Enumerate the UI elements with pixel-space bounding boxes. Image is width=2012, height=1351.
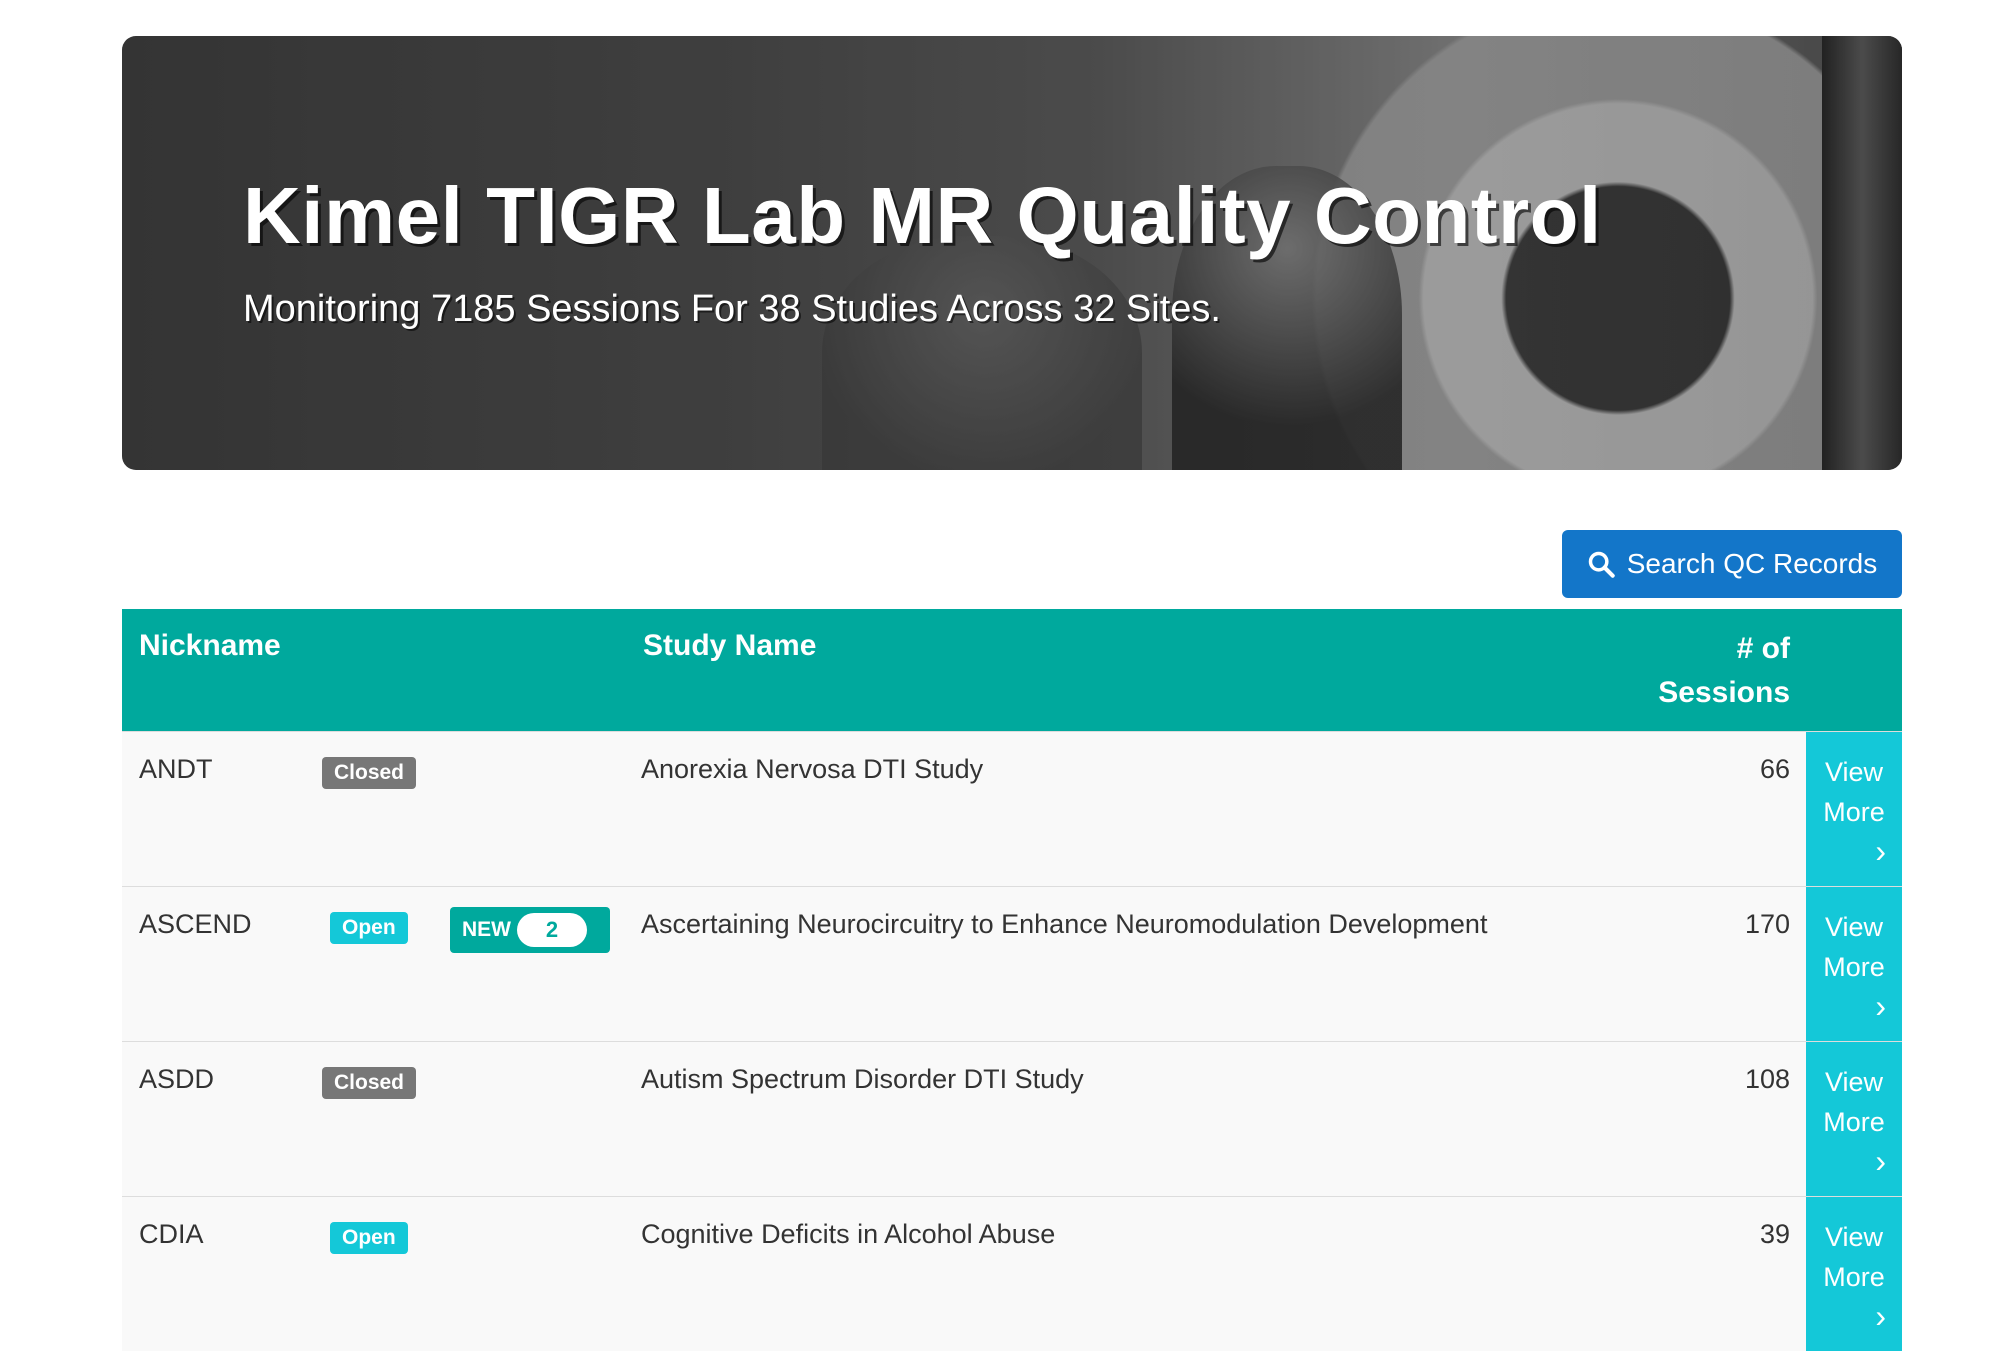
study-nickname: ANDT [139, 754, 213, 784]
status-badge: Closed [322, 1067, 417, 1099]
session-count: 39 [1759, 1219, 1790, 1249]
hero-banner: Kimel TIGR Lab MR Quality Control Monito… [122, 36, 1902, 470]
page-title: Kimel TIGR Lab MR Quality Control [243, 171, 1602, 260]
new-count: 2 [517, 913, 587, 947]
study-name: Autism Spectrum Disorder DTI Study [641, 1064, 1084, 1094]
studies-table: Nickname Study Name # of Sessions ANDT C… [122, 609, 1902, 1351]
view-more-button[interactable]: View More › [1806, 1042, 1902, 1196]
new-label: NEW [462, 918, 511, 941]
header-sessions-line1: # of [1736, 632, 1790, 665]
table-row: ASDD Closed Autism Spectrum Disorder DTI… [122, 1041, 1902, 1196]
header-study-name[interactable]: Study Name [643, 629, 816, 663]
view-more-button[interactable]: View More › [1806, 1197, 1902, 1351]
status-badge: Open [330, 1222, 408, 1254]
header-sessions-line2: Sessions [1658, 676, 1790, 709]
search-qc-records-label: Search QC Records [1626, 548, 1878, 579]
search-icon [1588, 551, 1615, 578]
session-count: 170 [1744, 909, 1790, 939]
new-sessions-badge[interactable]: NEW 2 [450, 907, 610, 953]
study-name: Cognitive Deficits in Alcohol Abuse [641, 1219, 1056, 1249]
table-header: Nickname Study Name # of Sessions [122, 609, 1902, 731]
chevron-right-icon: › [1875, 988, 1886, 1024]
view-more-button[interactable]: View More › [1806, 732, 1902, 886]
chevron-right-icon: › [1875, 1143, 1886, 1179]
page-subtitle: Monitoring 7185 Sessions For 38 Studies … [243, 288, 1221, 330]
header-nickname[interactable]: Nickname [139, 629, 281, 663]
search-qc-records-button[interactable]: Search QC Records [1562, 530, 1902, 598]
status-badge: Open [330, 912, 408, 944]
session-count: 66 [1759, 754, 1790, 784]
chevron-right-icon: › [1875, 1298, 1886, 1334]
table-row: ASCEND Open NEW 2 Ascertaining Neurocirc… [122, 886, 1902, 1041]
study-name: Anorexia Nervosa DTI Study [641, 754, 984, 784]
study-name: Ascertaining Neurocircuitry to Enhance N… [641, 909, 1488, 939]
status-badge: Closed [322, 757, 417, 789]
table-row: ANDT Closed Anorexia Nervosa DTI Study 6… [122, 731, 1902, 886]
view-more-button[interactable]: View More › [1806, 887, 1902, 1041]
session-count: 108 [1744, 1064, 1790, 1094]
chevron-right-icon: › [1875, 833, 1886, 869]
header-sessions[interactable]: # of Sessions [1658, 627, 1790, 715]
study-nickname: ASCEND [139, 909, 252, 939]
table-row: CDIA Open Cognitive Deficits in Alcohol … [122, 1196, 1902, 1351]
study-nickname: CDIA [139, 1219, 204, 1249]
study-nickname: ASDD [139, 1064, 215, 1094]
